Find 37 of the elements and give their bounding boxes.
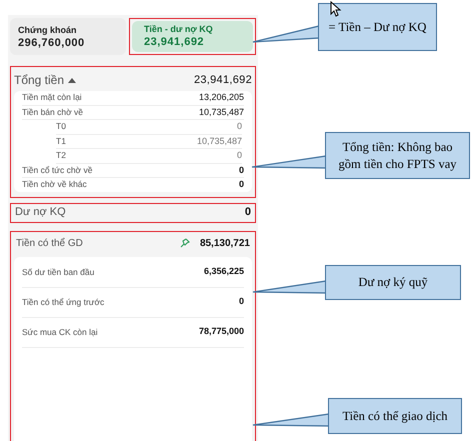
row-label: Tiền có thể ứng trước [22, 296, 104, 308]
row-value: 6,356,225 [204, 265, 244, 278]
section-title: Tiền có thể GD [16, 236, 83, 250]
securities-label: Chứng khoán [18, 25, 78, 36]
section-title: Dư nợ KQ [15, 205, 66, 220]
row-value: 13,206,205 [198, 91, 244, 104]
row-value: 0 [238, 295, 244, 308]
callout-box: Tổng tiền: Không bao gồm tiền cho FPTS vay [325, 132, 470, 179]
row-label: T1 [56, 134, 66, 148]
section-title: Tổng tiền [14, 72, 64, 89]
row-value: 10,735,487 [196, 134, 242, 148]
cursor-icon [330, 1, 342, 17]
leader-line [252, 25, 320, 43]
row-label: Sức mua CK còn lại [22, 326, 98, 338]
section-value: 0 [244, 205, 251, 220]
callout-box: = Tiền – Dư nợ KQ [318, 3, 437, 51]
row-label: T0 [56, 120, 66, 134]
row-label: Tiền cổ tức chờ về [22, 164, 92, 177]
row-value: 0 [236, 149, 242, 162]
caret-icon[interactable] [68, 78, 76, 82]
row-value: 78,775,000 [198, 325, 244, 338]
row-label: Tiền mặt còn lại [22, 91, 82, 104]
callout-box: Tiền có thể giao dịch [328, 398, 462, 434]
row-value: 0 [238, 164, 244, 176]
section-value: 23,941,692 [194, 72, 252, 88]
row-label: Tiền chờ về khác [22, 178, 87, 192]
securities-value: 296,760,000 [18, 36, 86, 50]
row-label: Tiền bán chờ về [22, 106, 84, 119]
row-label: T2 [56, 149, 66, 162]
row-value: 10,735,487 [198, 106, 244, 118]
row-value: 0 [238, 178, 244, 191]
cash-minus-debt-tab[interactable]: Tiền - dư nợ KQ 23,941,692 [132, 21, 253, 52]
callout-box: Dư nợ ký quỹ [325, 265, 461, 300]
pin-icon[interactable] [180, 238, 190, 248]
row-label: Số dư tiền ban đầu [22, 266, 94, 278]
section-value: 85,130,721 [200, 236, 250, 250]
row-value: 0 [236, 120, 242, 133]
